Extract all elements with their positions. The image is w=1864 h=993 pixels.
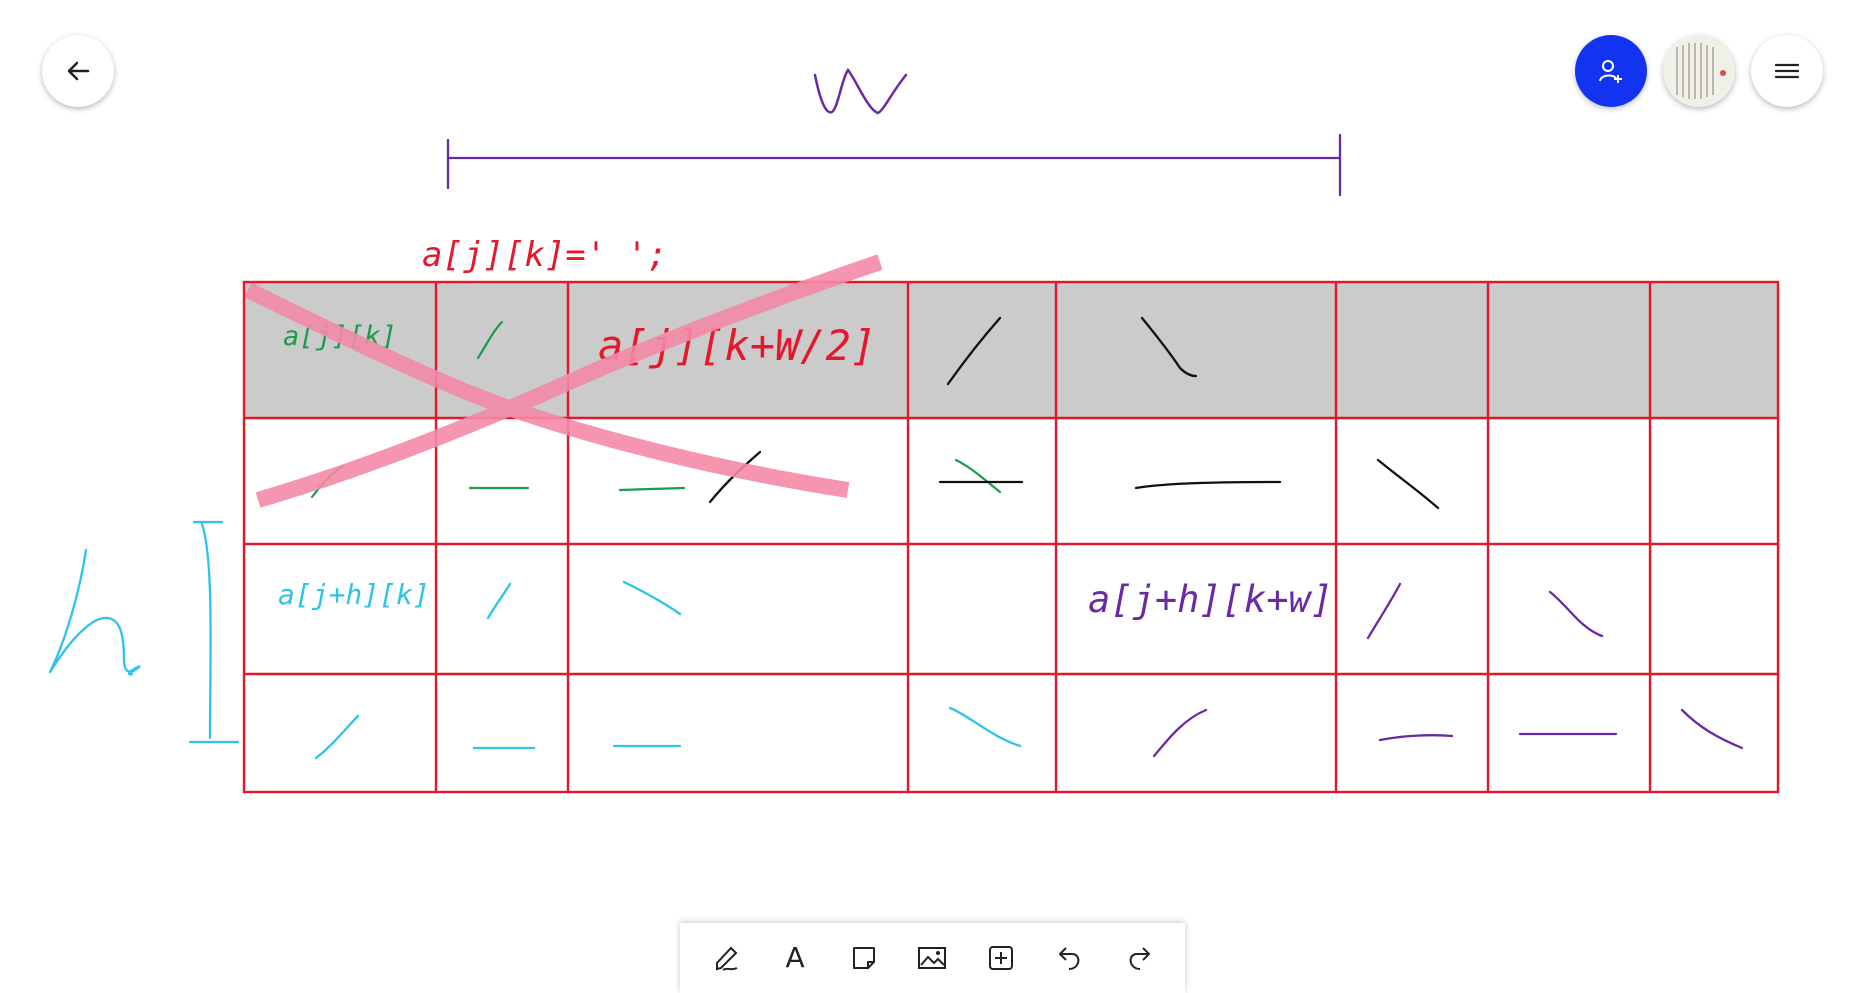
width-dimension-line bbox=[446, 133, 1342, 197]
hamburger-menu-icon bbox=[1774, 63, 1800, 79]
insert-tool[interactable] bbox=[979, 936, 1023, 980]
arrow-left-icon bbox=[67, 61, 90, 81]
sticky-note-icon bbox=[852, 947, 875, 969]
image-tool[interactable] bbox=[910, 936, 954, 980]
plus-box-icon bbox=[989, 946, 1014, 970]
red-note: a[j][k]=' '; bbox=[422, 235, 668, 275]
whiteboard-canvas[interactable]: a[j][k]=' '; a[j][k] a[j][k+W/2] a[j+h][… bbox=[0, 0, 1864, 982]
invite-button[interactable] bbox=[1575, 35, 1647, 107]
cell-r2c0-text: a[j+h][k] bbox=[278, 578, 430, 611]
undo-tool[interactable] bbox=[1048, 936, 1092, 980]
undo-icon bbox=[1058, 947, 1080, 970]
menu-button[interactable] bbox=[1751, 35, 1823, 107]
width-letter-w bbox=[813, 67, 908, 115]
note-tool[interactable] bbox=[842, 936, 886, 980]
redo-icon bbox=[1129, 947, 1150, 970]
avatar-image bbox=[1663, 35, 1735, 107]
cell-r2c4-text: a[j+h][k+w] bbox=[1088, 578, 1333, 621]
bottom-toolbar: A bbox=[680, 923, 1185, 993]
person-add-icon bbox=[1599, 60, 1622, 83]
image-icon bbox=[918, 947, 947, 969]
redo-tool[interactable] bbox=[1117, 936, 1161, 980]
avatar[interactable] bbox=[1663, 35, 1735, 107]
text-icon: A bbox=[785, 941, 805, 974]
back-button[interactable] bbox=[42, 35, 114, 107]
text-tool[interactable]: A bbox=[773, 936, 817, 980]
pen-icon bbox=[716, 946, 738, 971]
pen-tool[interactable] bbox=[704, 936, 748, 980]
cyan-marks bbox=[48, 520, 1022, 760]
